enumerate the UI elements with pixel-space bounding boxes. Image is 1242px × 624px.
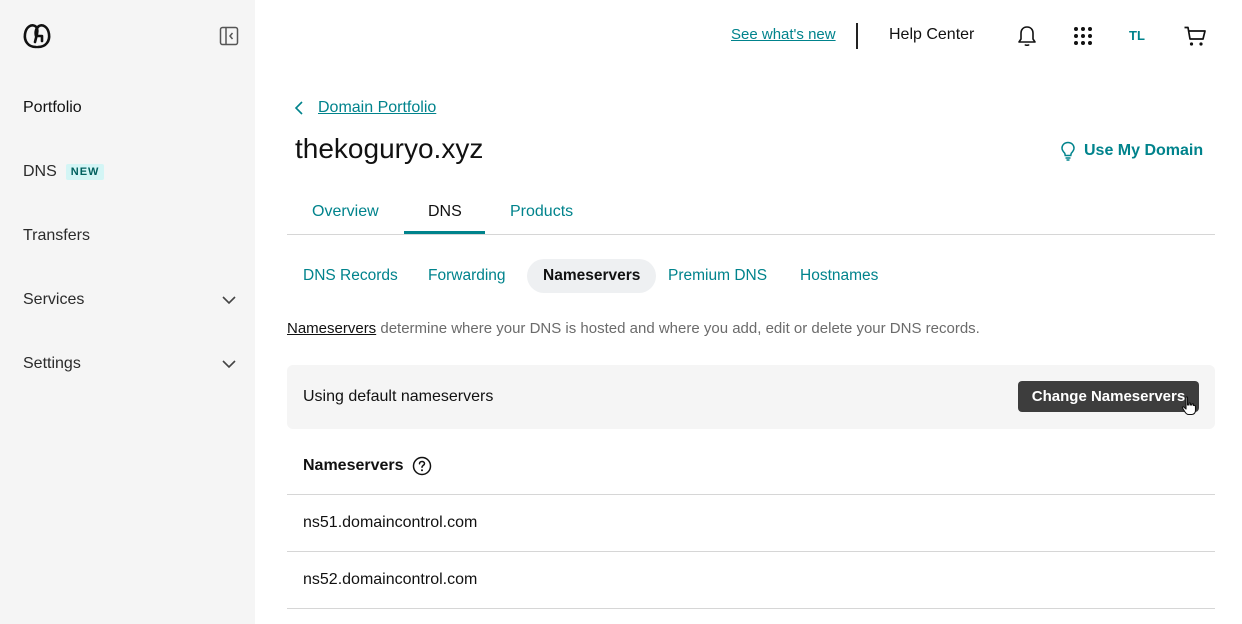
nameservers-header-label: Nameservers (303, 457, 404, 474)
subtab-hostnames[interactable]: Hostnames (784, 259, 894, 293)
tab-dns[interactable]: DNS (428, 203, 462, 221)
tab-overview[interactable]: Overview (312, 203, 379, 221)
subtab-nameservers[interactable]: Nameservers (527, 259, 657, 293)
tabs-divider (287, 234, 1215, 235)
row-divider (287, 494, 1215, 495)
whats-new-link[interactable]: See what's new (731, 26, 836, 43)
page-title: thekoguryo.xyz (295, 133, 484, 164)
sidebar-item-services[interactable]: Services (23, 291, 84, 309)
sidebar: Portfolio DNS NEW Transfers Services Set… (0, 0, 255, 624)
tab-products[interactable]: Products (510, 203, 573, 221)
sidebar-item-label: Transfers (23, 227, 90, 244)
nameservers-help-link[interactable]: Nameservers (287, 320, 376, 337)
apps-grid-icon[interactable] (1071, 24, 1095, 48)
nameserver-status-panel: Using default nameservers Change Nameser… (287, 365, 1215, 429)
godaddy-logo-icon[interactable] (22, 22, 52, 50)
help-circle-icon[interactable] (412, 456, 432, 476)
use-my-domain-label: Use My Domain (1084, 142, 1204, 159)
row-divider (287, 608, 1215, 609)
avatar[interactable]: TL (1129, 28, 1145, 43)
chevron-down-icon[interactable] (221, 292, 237, 308)
lightbulb-icon (1061, 141, 1075, 161)
cart-icon[interactable] (1183, 24, 1207, 48)
row-divider (287, 551, 1215, 552)
chevron-down-icon[interactable] (221, 356, 237, 372)
nameserver-status-text: Using default nameservers (303, 388, 494, 405)
collapse-sidebar-icon[interactable] (219, 26, 239, 46)
table-row: ns51.domaincontrol.com (303, 514, 478, 531)
sidebar-item-label: Services (23, 291, 85, 308)
nameservers-description: Nameservers determine where your DNS is … (287, 320, 980, 337)
sidebar-item-settings[interactable]: Settings (23, 355, 81, 373)
bell-icon[interactable] (1015, 24, 1039, 48)
sidebar-item-transfers[interactable]: Transfers (23, 227, 90, 245)
sidebar-item-label: Portfolio (23, 99, 82, 116)
help-center-link[interactable]: Help Center (889, 26, 974, 44)
subtab-dns-records[interactable]: DNS Records (287, 259, 414, 293)
table-row: ns52.domaincontrol.com (303, 571, 478, 588)
description-text: determine where your DNS is hosted and w… (376, 320, 980, 337)
subtab-premium-dns[interactable]: Premium DNS (652, 259, 783, 293)
sidebar-item-dns[interactable]: DNS NEW (23, 163, 105, 181)
nameservers-table-header: Nameservers (303, 456, 432, 476)
new-badge: NEW (65, 164, 105, 180)
divider (856, 23, 858, 49)
use-my-domain-button[interactable]: Use My Domain (1060, 141, 1203, 161)
subtab-forwarding[interactable]: Forwarding (412, 259, 522, 293)
breadcrumb[interactable]: Domain Portfolio (318, 99, 436, 117)
hand-cursor-icon (1181, 396, 1197, 416)
sidebar-item-label: DNS (23, 163, 57, 180)
change-nameservers-button[interactable]: Change Nameservers (1018, 381, 1199, 412)
sidebar-item-portfolio[interactable]: Portfolio (23, 99, 82, 117)
chevron-left-icon[interactable] (292, 100, 308, 116)
sidebar-item-label: Settings (23, 355, 81, 372)
